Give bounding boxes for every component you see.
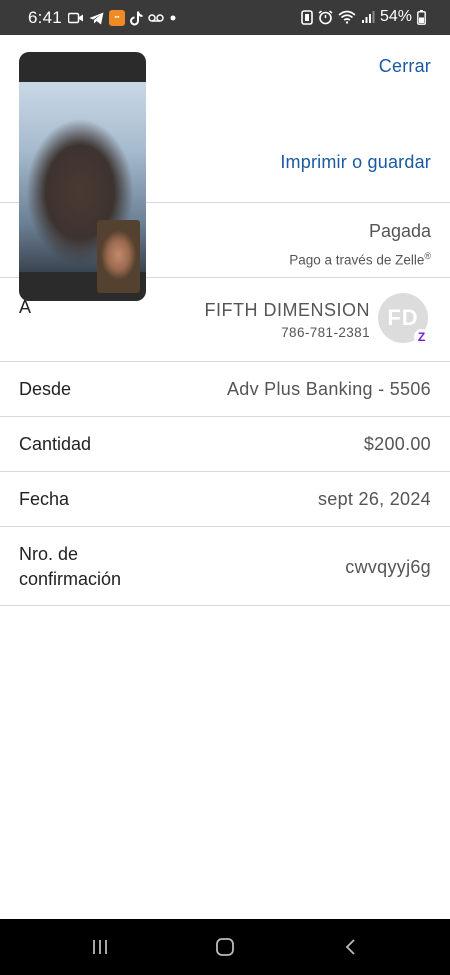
date-value: sept 26, 2024 [318, 489, 431, 509]
zelle-badge-icon: Z [414, 329, 429, 344]
confirmation-value: cwvqyyj6g [345, 557, 431, 577]
signal-icon [361, 8, 375, 26]
payment-method-text: Pago a través de Zelle [289, 252, 425, 268]
video-call-overlay[interactable] [19, 52, 146, 301]
tiktok-icon [130, 9, 143, 27]
self-video-preview[interactable] [97, 220, 140, 293]
app-badge-icon: ▪▪ [109, 10, 125, 26]
divider [0, 605, 450, 606]
registered-mark: ® [424, 251, 431, 261]
payment-status: Pagada Pago a través de Zelle® [289, 221, 431, 268]
recipient-phone: 786-781-2381 [281, 325, 370, 340]
amount-value: $200.00 [363, 434, 431, 454]
status-bar: 6:41 ▪▪ 54% [0, 0, 450, 35]
nfc-icon [301, 8, 313, 26]
status-paid: Pagada [368, 221, 431, 241]
battery-percent: 54% [379, 8, 412, 25]
divider [0, 361, 450, 362]
payment-method: Pago a través de Zelle® [289, 251, 431, 268]
alarm-icon [318, 8, 333, 26]
video-call-icon [68, 9, 84, 27]
telegram-icon [89, 9, 104, 27]
wifi-icon [338, 8, 356, 26]
amount-label: Cantidad [19, 434, 92, 454]
print-or-save-link[interactable]: Imprimir o guardar [280, 152, 431, 173]
confirmation-label-line2: confirmación [19, 569, 122, 589]
divider [0, 526, 450, 527]
confirmation-label-line1: Nro. de [19, 544, 79, 564]
status-icons-left: ▪▪ [68, 9, 177, 27]
recipient-name: FIFTH DIMENSION [204, 300, 370, 320]
date-label: Fecha [19, 489, 70, 509]
back-icon[interactable] [336, 933, 366, 961]
battery-icon [417, 8, 426, 26]
from-value: Adv Plus Banking - 5506 [226, 379, 431, 399]
status-time: 6:41 [28, 8, 62, 27]
close-link[interactable]: Cerrar [379, 56, 431, 77]
voicemail-icon [148, 9, 164, 27]
status-icons-right: 54% [301, 8, 426, 26]
home-icon[interactable] [210, 933, 240, 961]
divider [0, 471, 450, 472]
dot-icon [169, 9, 177, 27]
from-label: Desde [19, 379, 72, 399]
navigation-bar [0, 919, 450, 975]
divider [0, 416, 450, 417]
recent-apps-icon[interactable] [85, 933, 115, 961]
